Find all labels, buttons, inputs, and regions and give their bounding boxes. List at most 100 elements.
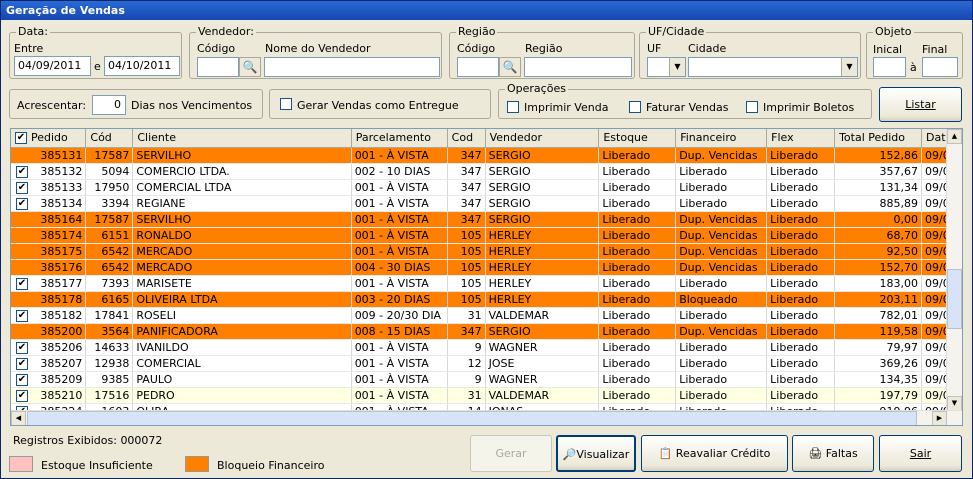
cell-parc: 001 - À VISTA [351, 179, 448, 196]
scroll-thumb[interactable] [947, 269, 962, 329]
row-checkbox[interactable]: ✔ [16, 389, 28, 402]
table-row[interactable]: ✔ 385209 9385 PAULO 001 - À VISTA 9 WAGNER Libe… [11, 371, 962, 388]
column-header[interactable]: Cliente [132, 129, 352, 148]
orders-grid[interactable]: ✔ Pedido Cód Cliente Parcelamento Cod Vendedor… [10, 128, 963, 426]
column-header[interactable]: ✔ Pedido [11, 129, 87, 148]
imprimir-venda-checkbox[interactable] [507, 101, 519, 113]
objeto-final-label: Final [922, 43, 948, 56]
faltas-button[interactable]: 🖨 Faltas [792, 435, 874, 472]
table-row[interactable]: ✔ 385133 17950 COMERCIAL LTDA 001 - À VISTA 3… [11, 179, 962, 196]
hscroll-thumb[interactable] [27, 411, 917, 425]
pedido-value: 385164 [40, 212, 83, 226]
column-header[interactable]: Parcelamento [351, 129, 448, 148]
visualizar-button[interactable]: 🔎Visualizar [556, 435, 636, 472]
cell-flex: Liberado [766, 323, 836, 340]
vendedor-codigo-input[interactable] [197, 57, 239, 77]
table-row[interactable]: 385175 6542 MERCADO 001 - À VISTA 105 HERLEY L… [11, 243, 962, 260]
cell-cod2: 347 [447, 211, 486, 228]
table-row[interactable]: ✔ 385182 17841 ROSELI 009 - 20/30 DIA 31 VALDE… [11, 307, 962, 324]
table-row[interactable]: ✔ 385177 7393 MARISETE 001 - À VISTA 105 HERLE… [11, 275, 962, 292]
cell-cliente: COMERCIAL LTDA [132, 179, 352, 196]
column-header[interactable]: Flex [766, 129, 836, 148]
objeto-inicial-input[interactable] [873, 57, 906, 77]
column-header[interactable]: Cod [447, 129, 486, 148]
table-row[interactable]: 385176 6542 MERCADO 004 - 30 DIAS 105 HERLEY L… [11, 259, 962, 276]
cell-financeiro: Liberado [675, 339, 768, 356]
regiao-input[interactable] [524, 57, 632, 77]
grid-body: 385131 17587 SERVILHO 001 - À VISTA 347 SERGI… [11, 147, 962, 420]
gerar-button[interactable]: Gerar [470, 435, 552, 472]
cell-cod2: 105 [447, 227, 486, 244]
faltas-label: Faltas [825, 447, 858, 460]
cidade-select[interactable]: ▼ [688, 57, 858, 77]
pedido-value: 385174 [40, 228, 83, 242]
data-group-title: Data: [16, 25, 50, 39]
listar-button[interactable]: Listar [879, 87, 962, 122]
scroll-left-icon[interactable]: ◀ [11, 411, 26, 425]
cell-flex: Liberado [766, 259, 836, 276]
scroll-right-icon[interactable]: ▶ [932, 411, 947, 425]
row-checkbox[interactable]: ✔ [16, 357, 28, 370]
acrescentar-input[interactable]: 0 [92, 95, 126, 115]
cell-financeiro: Dup. Vencidas [675, 259, 768, 276]
table-row[interactable]: 385200 3564 PANIFICADORA 008 - 15 DIAS 347 SE… [11, 323, 962, 340]
cell-pedido: 385200 [11, 323, 87, 340]
objeto-final-input[interactable] [922, 57, 958, 77]
scroll-down-icon[interactable]: ▼ [947, 396, 962, 411]
reavaliar-credito-button[interactable]: 📋 Reavaliar Crédito [641, 435, 788, 472]
pedido-value: 385176 [40, 260, 83, 274]
imprimir-boletos-checkbox[interactable] [746, 101, 758, 113]
table-row[interactable]: ✔ 385210 17516 PEDRO 001 - À VISTA 31 VALDEMAR… [11, 387, 962, 404]
vendedor-nome-input[interactable] [264, 57, 440, 77]
column-header[interactable]: Cód [85, 129, 134, 148]
table-row[interactable]: ✔ 385134 3394 REGIANE 001 - À VISTA 347 SERGIO… [11, 195, 962, 212]
select-all-checkbox[interactable]: ✔ [15, 132, 27, 145]
cell-total: 152,86 [834, 147, 922, 164]
cell-total: 357,67 [834, 163, 922, 180]
chevron-down-icon[interactable]: ▼ [669, 58, 685, 76]
date-start-input[interactable]: 04/09/2011 [14, 56, 91, 76]
sair-button[interactable]: Sair [879, 435, 962, 472]
column-header[interactable]: Financeiro [675, 129, 768, 148]
table-row[interactable]: ✔ 385132 5094 COMERCIO LTDA. 002 - 10 DIAS 34… [11, 163, 962, 180]
objeto-group: Objeto Inical Final à [866, 25, 963, 79]
column-header[interactable]: Total Pedido [834, 129, 922, 148]
regiao-codigo-input[interactable] [457, 57, 499, 77]
row-checkbox[interactable]: ✔ [16, 165, 28, 178]
table-row[interactable]: ✔ 385206 14633 IVANILDO 001 - À VISTA 9 WAGNER… [11, 339, 962, 356]
vendedor-search-icon[interactable]: 🔍 [239, 57, 261, 77]
table-row[interactable]: 385164 17587 SERVILHO 001 - À VISTA 347 SERGI… [11, 211, 962, 228]
date-end-input[interactable]: 04/10/2011 [104, 56, 180, 76]
row-checkbox[interactable]: ✔ [16, 277, 28, 290]
cell-cod2: 9 [447, 371, 486, 388]
row-checkbox[interactable]: ✔ [16, 197, 28, 210]
gerar-entregue-checkbox[interactable] [280, 98, 292, 110]
scroll-up-icon[interactable]: ▲ [947, 129, 962, 144]
regiao-search-icon[interactable]: 🔍 [499, 57, 521, 77]
table-row[interactable]: ✔ 385207 12938 COMERCIAL 001 - À VISTA 12 JOSE… [11, 355, 962, 372]
chevron-down-icon[interactable]: ▼ [841, 58, 857, 76]
cell-cliente: PEDRO [132, 387, 352, 404]
horizontal-scrollbar[interactable]: ◀ ▶ [11, 410, 962, 425]
cell-vendedor: HERLEY [485, 275, 600, 292]
cell-estoque: Liberado [598, 211, 677, 228]
table-row[interactable]: 385131 17587 SERVILHO 001 - À VISTA 347 SERGI… [11, 147, 962, 164]
cell-financeiro: Liberado [675, 387, 768, 404]
table-row[interactable]: 385178 6165 OLIVEIRA LTDA 003 - 20 DIAS 105 H… [11, 291, 962, 308]
pedido-value: 385207 [40, 356, 83, 370]
column-header[interactable]: Vendedor [485, 129, 600, 148]
uf-select[interactable]: ▼ [647, 57, 686, 77]
row-checkbox[interactable]: ✔ [16, 181, 28, 194]
column-header[interactable]: Estoque [598, 129, 677, 148]
table-row[interactable]: 385174 6151 RONALDO 001 - À VISTA 105 HERLEY L… [11, 227, 962, 244]
faturar-vendas-checkbox[interactable] [629, 101, 641, 113]
row-checkbox[interactable]: ✔ [16, 373, 28, 386]
cell-estoque: Liberado [598, 227, 677, 244]
row-checkbox[interactable]: ✔ [16, 341, 28, 354]
row-checkbox[interactable]: ✔ [16, 309, 28, 322]
cell-flex: Liberado [766, 355, 836, 372]
cell-cod: 9385 [85, 371, 134, 388]
vertical-scrollbar[interactable]: ▲ ▼ [946, 129, 962, 411]
cell-cliente: REGIANE [132, 195, 352, 212]
column-header-label: Total Pedido [839, 131, 906, 145]
